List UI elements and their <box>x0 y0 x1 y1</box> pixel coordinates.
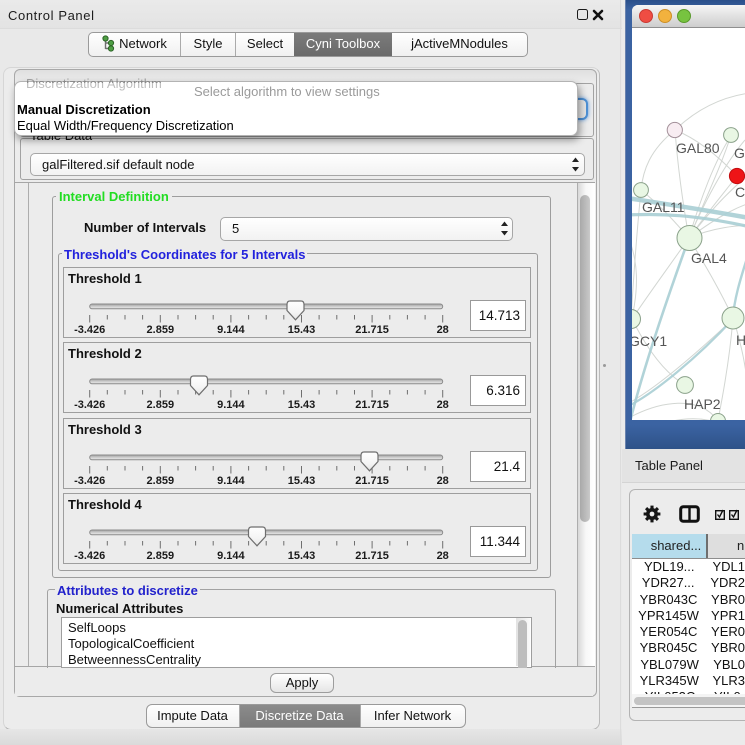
svg-text:15.43: 15.43 <box>287 475 315 487</box>
svg-text:21.715: 21.715 <box>355 550 389 562</box>
svg-text:2.859: 2.859 <box>146 475 174 487</box>
svg-text:GCY1: GCY1 <box>632 333 667 349</box>
svg-text:H: H <box>736 332 745 348</box>
svg-text:GAL11: GAL11 <box>642 199 685 215</box>
svg-text:21.715: 21.715 <box>355 475 389 487</box>
svg-text:15.43: 15.43 <box>287 399 315 411</box>
svg-text:C: C <box>735 184 745 200</box>
svg-text:21.715: 21.715 <box>355 399 389 411</box>
svg-text:28: 28 <box>436 475 448 487</box>
svg-text:GAL4: GAL4 <box>691 250 727 266</box>
svg-text:-3.426: -3.426 <box>74 550 105 562</box>
svg-text:2.859: 2.859 <box>146 550 174 562</box>
svg-text:2.859: 2.859 <box>146 399 174 411</box>
svg-text:28: 28 <box>436 324 448 336</box>
svg-text:9.144: 9.144 <box>217 475 245 487</box>
svg-text:GAL80: GAL80 <box>676 140 720 156</box>
svg-text:-3.426: -3.426 <box>74 324 105 336</box>
svg-text:2.859: 2.859 <box>146 324 174 336</box>
svg-text:-3.426: -3.426 <box>74 399 105 411</box>
svg-text:21.715: 21.715 <box>355 324 389 336</box>
svg-text:9.144: 9.144 <box>217 550 245 562</box>
svg-text:G: G <box>734 145 745 161</box>
svg-text:9.144: 9.144 <box>217 399 245 411</box>
svg-text:9.144: 9.144 <box>217 324 245 336</box>
svg-text:15.43: 15.43 <box>287 550 315 562</box>
svg-text:HAP2: HAP2 <box>684 396 721 412</box>
svg-text:15.43: 15.43 <box>287 324 315 336</box>
svg-text:-3.426: -3.426 <box>74 475 105 487</box>
svg-text:28: 28 <box>436 550 448 562</box>
svg-text:28: 28 <box>436 399 448 411</box>
